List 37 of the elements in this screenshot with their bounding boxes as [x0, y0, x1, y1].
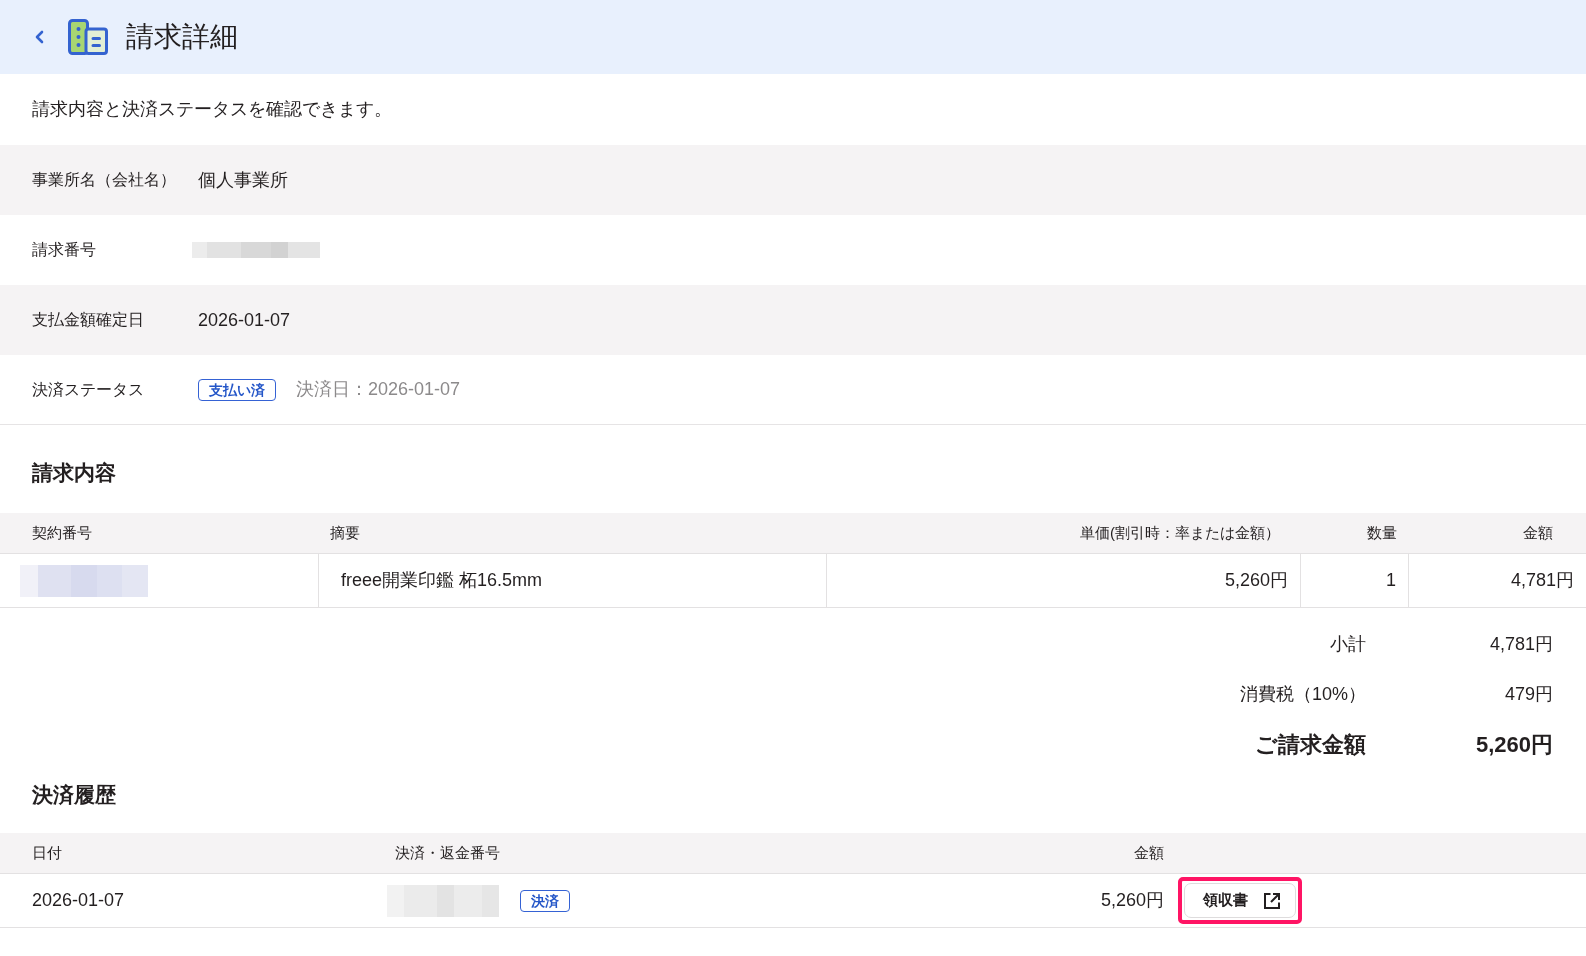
total-label: 小計 [1330, 632, 1366, 656]
total-value: 479円 [1503, 682, 1553, 706]
table-cell-text: 4,781円 [1510, 569, 1574, 592]
external-link-icon [1263, 891, 1281, 910]
column-header: 摘要 [330, 522, 360, 543]
receipt-button[interactable]: 領収書 [1184, 883, 1296, 918]
building-icon [68, 19, 108, 55]
page-title: 請求詳細 [126, 20, 238, 54]
table-cell-text: 2026-01-07 [32, 889, 125, 912]
table-cell-text: 5,260円 [1224, 569, 1288, 592]
total-value: 4,781円 [1488, 632, 1553, 656]
table-cell-text: 1 [1386, 569, 1396, 592]
field-value: 2026-01-07 [198, 308, 291, 332]
table-cell-text: 5,260円 [1100, 889, 1164, 912]
column-header: 金額 [1134, 842, 1164, 863]
status-badge: 支払い済 [198, 378, 276, 401]
table-cell-text: freee開業印鑑 柘16.5mm [341, 569, 543, 592]
total-value: 5,260円 [1474, 730, 1553, 759]
column-header: 金額 [1523, 522, 1553, 543]
column-header: 日付 [32, 842, 62, 863]
payment-date-text: 決済日：2026-01-07 [296, 378, 461, 401]
description-text: 請求内容と決済ステータスを確認できます。 [32, 98, 392, 121]
section-heading: 決済履歴 [32, 783, 116, 806]
total-label: 消費税（10%） [1239, 682, 1366, 706]
payment-badge: 決済 [520, 889, 570, 912]
field-label: 支払金額確定日 [32, 310, 145, 331]
column-header: 決済・返金番号 [395, 842, 500, 863]
field-label: 請求番号 [32, 240, 97, 261]
total-label: ご請求金額 [1255, 730, 1366, 759]
column-header: 契約番号 [32, 522, 92, 543]
column-header: 単価(割引時：率または金額） [1080, 522, 1280, 543]
field-label: 決済ステータス [32, 379, 145, 400]
section-heading: 請求内容 [32, 461, 116, 484]
field-value: 個人事業所 [198, 168, 288, 192]
field-label: 事業所名（会社名） [32, 170, 177, 191]
chevron-left-icon[interactable] [35, 30, 44, 44]
column-header: 数量 [1367, 522, 1397, 543]
